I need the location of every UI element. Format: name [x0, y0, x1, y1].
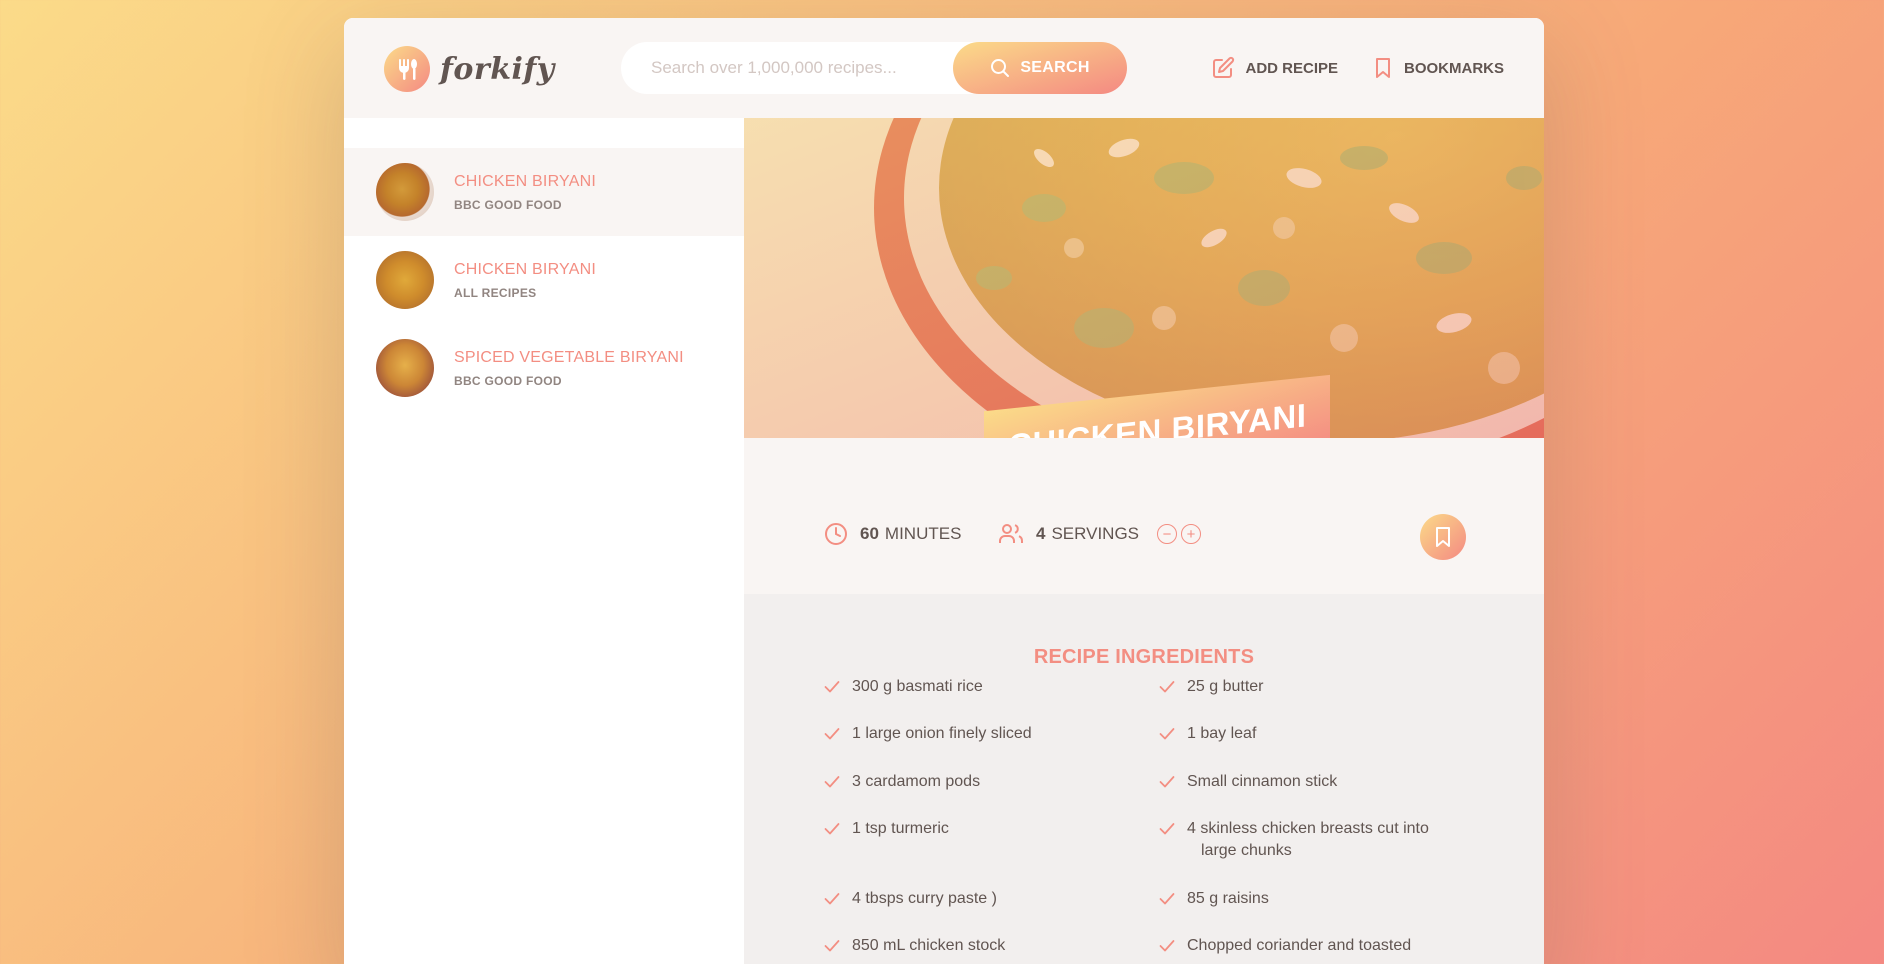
ingredient-text: 1 tsp turmeric: [852, 818, 1114, 840]
recipe-view: CHICKEN BIRYANI 60 MINUTES 4 SERVINGS − …: [744, 118, 1544, 964]
recipe-ingredients: RECIPE INGREDIENTS 300 g basmati rice 25 …: [744, 594, 1544, 964]
servings-value: 4: [1036, 524, 1046, 543]
check-icon: [824, 681, 840, 693]
ingredient-text: 1 bay leaf: [1187, 723, 1449, 745]
search-button-label: SEARCH: [1020, 59, 1090, 76]
bookmark-icon: [1436, 527, 1450, 547]
check-icon: [1159, 681, 1175, 693]
check-icon: [824, 776, 840, 788]
ingredient-item: 1 large onion finely sliced: [824, 723, 1114, 745]
ingredient-line: 4 tbsps curry paste ): [852, 890, 997, 907]
ingredient-item: Chopped coriander and toasted: [1159, 935, 1449, 957]
result-publisher: ALL RECIPES: [454, 285, 537, 300]
recipe-image-overlay: [744, 118, 1544, 438]
check-icon: [1159, 776, 1175, 788]
servings-label: SERVINGS: [1051, 524, 1140, 543]
ingredient-text: 4 tbsps curry paste ): [852, 888, 1114, 910]
ingredient-text: 4 skinless chicken breasts cut into large…: [1187, 818, 1449, 862]
ingredient-item: 25 g butter: [1159, 676, 1449, 698]
minutes-value: 60: [860, 524, 879, 543]
ingredient-line: Small cinnamon stick: [1187, 773, 1338, 790]
ingredient-item: Small cinnamon stick: [1159, 771, 1449, 793]
recipe-details: 60 MINUTES 4 SERVINGS − +: [744, 438, 1544, 594]
result-title: CHICKEN BIRYANI: [454, 172, 596, 190]
result-item[interactable]: SPICED VEGETABLE BIRYANI BBC GOOD FOOD: [344, 324, 744, 412]
ingredient-text: 300 g basmati rice: [852, 676, 1114, 698]
ingredient-text: 1 large onion finely sliced: [852, 723, 1114, 745]
ingredient-text: 3 cardamom pods: [852, 771, 1114, 793]
result-thumbnail: [376, 339, 434, 397]
check-icon: [824, 728, 840, 740]
result-item[interactable]: CHICKEN BIRYANI ALL RECIPES: [344, 236, 744, 324]
minutes-label: MINUTES: [884, 524, 962, 543]
bookmarks-button[interactable]: BOOKMARKS: [1372, 52, 1504, 84]
ingredient-line: 1 large onion finely sliced: [852, 725, 1032, 742]
ingredient-text: Small cinnamon stick: [1187, 771, 1449, 793]
ingredient-item: 4 tbsps curry paste ): [824, 888, 1114, 910]
ingredient-text: 25 g butter: [1187, 676, 1449, 698]
ingredient-item: 85 g raisins: [1159, 888, 1449, 910]
check-icon: [824, 893, 840, 905]
ingredient-line: 1 bay leaf: [1187, 725, 1257, 742]
search-form: SEARCH: [621, 42, 1127, 94]
ingredient-text: 85 g raisins: [1187, 888, 1449, 910]
add-recipe-label: ADD RECIPE: [1245, 59, 1338, 77]
ingredients-heading: RECIPE INGREDIENTS: [1033, 646, 1255, 668]
check-icon: [1159, 893, 1175, 905]
decrease-servings-button[interactable]: −: [1157, 524, 1178, 544]
result-thumbnail: [376, 251, 434, 309]
bookmark-icon: [1376, 58, 1390, 78]
ingredient-line-continued: large chunks: [1201, 842, 1292, 859]
increase-servings-button[interactable]: +: [1181, 524, 1202, 544]
users-icon: [999, 524, 1023, 543]
check-icon: [1159, 728, 1175, 740]
nav: ADD RECIPE BOOKMARKS: [1177, 52, 1504, 84]
ingredient-line: 3 cardamom pods: [852, 773, 981, 790]
add-recipe-button[interactable]: ADD RECIPE: [1211, 52, 1338, 84]
result-title: CHICKEN BIRYANI: [454, 260, 596, 278]
ingredient-line: 850 mL chicken stock: [852, 937, 1006, 954]
ingredient-text: Chopped coriander and toasted: [1187, 935, 1449, 957]
fork-spoon-icon: [384, 46, 430, 92]
search-button[interactable]: SEARCH: [953, 42, 1127, 94]
search-results: CHICKEN BIRYANI BBC GOOD FOOD CHICKEN BI…: [344, 118, 744, 964]
logo[interactable]: forkify: [384, 46, 555, 92]
result-publisher: BBC GOOD FOOD: [454, 373, 562, 388]
search-input[interactable]: [651, 58, 941, 78]
search-icon: [991, 59, 1010, 77]
ingredient-item: 3 cardamom pods: [824, 771, 1114, 793]
ingredient-item: 1 tsp turmeric: [824, 818, 1114, 840]
result-title: SPICED VEGETABLE BIRYANI: [454, 348, 684, 366]
check-icon: [824, 823, 840, 835]
check-icon: [1159, 940, 1175, 952]
edit-icon: [1213, 56, 1235, 78]
result-thumbnail: [376, 163, 434, 221]
check-icon: [824, 940, 840, 952]
recipe-duration: 60 MINUTES: [824, 522, 961, 546]
logo-text: forkify: [440, 51, 555, 87]
bookmarks-label: BOOKMARKS: [1404, 59, 1504, 77]
ingredient-item: 1 bay leaf: [1159, 723, 1449, 745]
ingredient-line: 85 g raisins: [1187, 890, 1269, 907]
header: forkify SEARCH ADD RECIPE: [344, 18, 1544, 118]
recipe-servings: 4 SERVINGS − +: [998, 522, 1202, 546]
ingredient-line: 300 g basmati rice: [852, 678, 983, 695]
recipe-image: [744, 118, 1544, 438]
ingredient-item: 4 skinless chicken breasts cut into large…: [1159, 818, 1449, 862]
ingredient-text: 850 mL chicken stock: [852, 935, 1114, 957]
ingredient-line: 25 g butter: [1187, 678, 1264, 695]
ingredient-line: 4 skinless chicken breasts cut into: [1187, 820, 1429, 837]
ingredient-line: 1 tsp turmeric: [852, 820, 949, 837]
ingredient-item: 300 g basmati rice: [824, 676, 1114, 698]
check-icon: [1159, 823, 1175, 835]
result-item[interactable]: CHICKEN BIRYANI BBC GOOD FOOD: [344, 148, 744, 236]
ingredient-item: 850 mL chicken stock: [824, 935, 1114, 957]
ingredient-line: Chopped coriander and toasted: [1187, 937, 1412, 954]
bookmark-recipe-button[interactable]: [1420, 514, 1466, 560]
app-container: forkify SEARCH ADD RECIPE: [344, 18, 1544, 964]
result-publisher: BBC GOOD FOOD: [454, 197, 562, 212]
clock-icon: [825, 523, 847, 545]
